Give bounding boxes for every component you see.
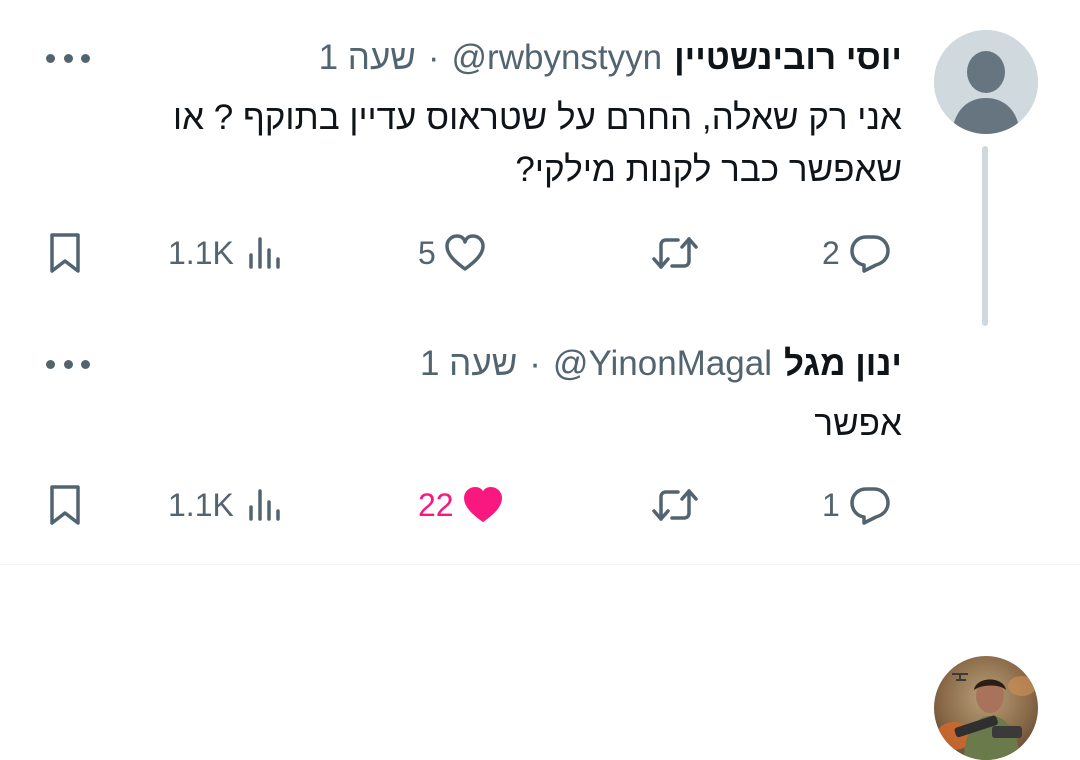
- bookmark-icon: [50, 485, 80, 525]
- heart-filled-icon: [463, 487, 502, 522]
- tweet-header: ינון מגל @YinonMagal · שעה 1: [420, 338, 902, 390]
- retweet-icon: [652, 489, 698, 521]
- profile-photo: [934, 656, 1038, 760]
- default-profile-icon: [934, 30, 1038, 134]
- author-handle[interactable]: @rwbynstyyn: [452, 38, 663, 78]
- reply-count: 2: [822, 234, 840, 271]
- tweet[interactable]: יוסי רובינשטיין @rwbynstyyn · שעה 1 אני …: [0, 0, 1080, 326]
- reply-count: 1: [822, 486, 840, 523]
- reply-icon: [850, 235, 890, 273]
- separator-dot: ·: [529, 344, 541, 383]
- reply-button[interactable]: 1: [822, 480, 892, 530]
- views-icon: [249, 489, 280, 521]
- like-count: 22: [418, 486, 454, 523]
- thread-line: [982, 146, 988, 326]
- author-handle[interactable]: @YinonMagal: [553, 344, 772, 384]
- reply-button[interactable]: 2: [822, 228, 892, 278]
- separator-dot: ·: [427, 38, 440, 77]
- like-button[interactable]: 22: [418, 480, 504, 530]
- more-options-icon[interactable]: [46, 52, 90, 64]
- retweet-button[interactable]: [650, 480, 700, 530]
- like-button[interactable]: 5: [418, 228, 486, 278]
- views-count: 1.1K: [168, 234, 234, 271]
- views-button[interactable]: 1.1K: [168, 480, 282, 530]
- timestamp[interactable]: שעה 1: [319, 38, 416, 78]
- views-icon: [249, 237, 280, 269]
- timestamp[interactable]: שעה 1: [420, 344, 517, 384]
- retweet-button[interactable]: [650, 228, 700, 278]
- views-button[interactable]: 1.1K: [168, 228, 282, 278]
- bookmark-button[interactable]: [44, 480, 86, 530]
- divider: [0, 564, 1080, 565]
- views-count: 1.1K: [168, 486, 234, 523]
- retweet-icon: [652, 237, 698, 269]
- bookmark-icon: [50, 233, 80, 273]
- action-bar: 1.1K 5 2: [40, 228, 910, 278]
- avatar[interactable]: [934, 30, 1038, 134]
- like-count: 5: [418, 234, 436, 271]
- tweet-header: יוסי רובינשטיין @rwbynstyyn · שעה 1: [319, 32, 902, 84]
- action-bar: 1.1K 22 1: [40, 480, 910, 530]
- heart-outline-icon: [445, 234, 485, 271]
- author-name[interactable]: ינון מגל: [784, 344, 902, 384]
- tweet-text: אפשר: [814, 404, 902, 443]
- more-options-icon[interactable]: [46, 358, 90, 370]
- bookmark-button[interactable]: [44, 228, 86, 278]
- avatar[interactable]: [934, 656, 1038, 760]
- tweet-text: אני רק שאלה, החרם על שטראוס עדיין בתוקף …: [172, 98, 902, 189]
- reply-icon: [850, 487, 890, 525]
- author-name[interactable]: יוסי רובינשטיין: [674, 38, 902, 78]
